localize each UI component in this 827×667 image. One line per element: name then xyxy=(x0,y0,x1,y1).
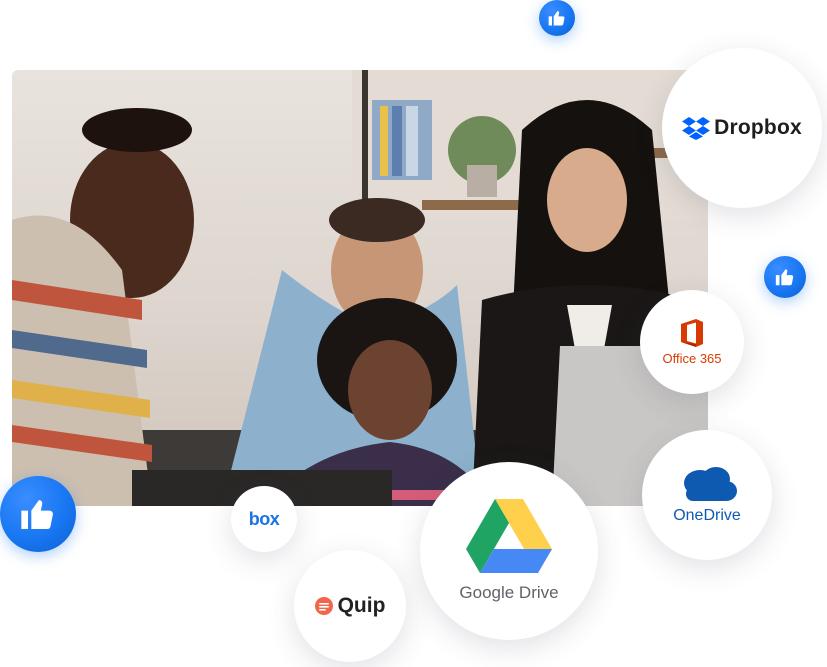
box-badge: box xyxy=(231,486,297,552)
like-badge-right xyxy=(764,256,806,298)
box-label: box xyxy=(248,508,280,529)
team-photo xyxy=(12,70,708,506)
google-drive-label: Google Drive xyxy=(459,583,559,602)
like-badge-top xyxy=(539,0,575,36)
onedrive-label: OneDrive xyxy=(673,507,741,524)
quip-label: Quip xyxy=(337,594,386,617)
google-drive-icon xyxy=(466,499,552,573)
onedrive-badge: OneDrive xyxy=(642,430,772,560)
thumbs-up-icon xyxy=(21,500,53,530)
dropbox-label: Dropbox xyxy=(714,116,802,139)
thumbs-up-icon xyxy=(775,269,794,286)
dropbox-icon xyxy=(682,117,711,140)
office365-label: Office 365 xyxy=(662,350,722,366)
quip-logo: Quip xyxy=(314,594,386,618)
dropbox-badge: Dropbox xyxy=(662,48,822,208)
google-drive-badge: Google Drive xyxy=(420,462,598,640)
dropbox-logo: Dropbox xyxy=(682,116,802,140)
office365-badge: Office 365 xyxy=(640,290,744,394)
quip-icon xyxy=(314,597,333,615)
integrations-hero: Dropbox Office 365 OneDrive Google Drive xyxy=(0,0,827,667)
onedrive-cloud-icon xyxy=(684,467,737,501)
like-badge-large xyxy=(0,476,76,552)
team-photo-illustration xyxy=(12,70,708,506)
quip-badge: Quip xyxy=(294,550,406,662)
office-icon xyxy=(681,318,703,347)
thumbs-up-icon xyxy=(548,11,565,26)
